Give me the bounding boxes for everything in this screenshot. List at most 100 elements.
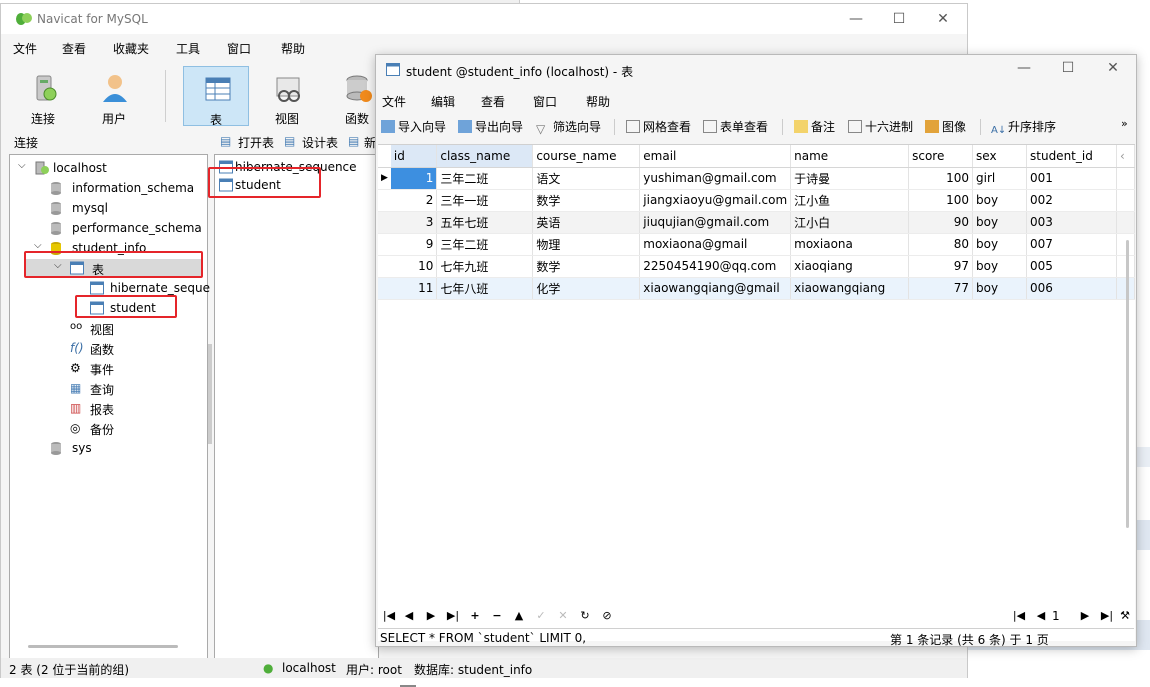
cell-score[interactable]: 100 bbox=[908, 189, 974, 212]
cell-course-name[interactable]: 化学 bbox=[532, 277, 641, 300]
cell-class-name[interactable]: 三年一班 bbox=[436, 189, 534, 212]
cell-name[interactable]: 江小白 bbox=[790, 211, 910, 234]
maximize-button[interactable]: ☐ bbox=[1048, 57, 1088, 79]
column-header-id[interactable]: id bbox=[390, 145, 438, 168]
row-indicator[interactable] bbox=[378, 277, 391, 300]
cell-email[interactable]: jiangxiaoyu@gmail.com bbox=[639, 189, 792, 212]
cell-id[interactable]: 2 bbox=[390, 189, 438, 212]
column-header-class-name[interactable]: class_name bbox=[436, 145, 534, 168]
image-button[interactable]: 图像 bbox=[925, 118, 966, 136]
first-record-icon[interactable]: |◀ bbox=[380, 609, 398, 622]
cell-sex[interactable]: boy bbox=[972, 233, 1027, 256]
menu-tools[interactable]: 工具 bbox=[176, 40, 200, 57]
cell-id[interactable]: 3 bbox=[390, 211, 438, 234]
open-table-button[interactable]: 打开表 bbox=[238, 134, 274, 151]
cell-score[interactable]: 77 bbox=[908, 277, 974, 300]
cell-name[interactable]: 于诗曼 bbox=[790, 167, 910, 190]
menu-edit[interactable]: 编辑 bbox=[431, 93, 455, 110]
minimize-button[interactable]: — bbox=[836, 8, 876, 30]
maximize-button[interactable]: ☐ bbox=[879, 8, 919, 30]
table-row[interactable]: ▶ 1 三年二班 语文 yushiman@gmail.com 于诗曼 100 girl 001 bbox=[378, 167, 1136, 190]
cell-sex[interactable]: boy bbox=[972, 255, 1027, 278]
table-row[interactable]: 11 七年八班 化学 xiaowangqiang@gmail xiaowangqiang… bbox=[378, 277, 1136, 300]
hex-button[interactable]: 十六进制 bbox=[848, 118, 913, 136]
cell-course-name[interactable]: 数学 bbox=[532, 255, 641, 278]
minimize-button[interactable]: — bbox=[1004, 57, 1044, 79]
table-button[interactable]: 表 bbox=[183, 66, 249, 127]
cell-score[interactable]: 80 bbox=[908, 233, 974, 256]
close-button[interactable]: ✕ bbox=[923, 8, 963, 30]
row-indicator[interactable] bbox=[378, 255, 391, 278]
cell-name[interactable]: xiaowangqiang bbox=[790, 277, 910, 300]
table-row[interactable]: 3 五年七班 英语 jiuqujian@gmail.com 江小白 90 boy 003 bbox=[378, 211, 1136, 234]
export-wizard-button[interactable]: 导出向导 bbox=[458, 118, 523, 136]
cell-name[interactable]: moxiaona bbox=[790, 233, 910, 256]
cell-class-name[interactable]: 三年二班 bbox=[436, 167, 534, 190]
filter-wizard-button[interactable]: ▽ 筛选向导 bbox=[536, 118, 601, 136]
page-number-input[interactable]: 1 bbox=[1052, 609, 1078, 623]
grid-view-button[interactable]: 网格查看 bbox=[626, 118, 691, 136]
cell-course-name[interactable]: 语文 bbox=[532, 167, 641, 190]
row-indicator[interactable] bbox=[378, 233, 391, 256]
table-row[interactable]: 10 七年九班 数学 2250454190@qq.com xiaoqiang 97 boy 0… bbox=[378, 255, 1136, 278]
cell-email[interactable]: xiaowangqiang@gmail bbox=[639, 277, 792, 300]
cell-name[interactable]: xiaoqiang bbox=[790, 255, 910, 278]
cell-course-name[interactable]: 数学 bbox=[532, 189, 641, 212]
cancel-icon[interactable]: ✕ bbox=[554, 609, 572, 622]
import-wizard-button[interactable]: 导入向导 bbox=[381, 118, 446, 136]
menu-window[interactable]: 窗口 bbox=[227, 40, 251, 57]
cell-student-id[interactable]: 005 bbox=[1026, 255, 1117, 278]
previous-page-icon[interactable]: ◀ bbox=[1032, 609, 1050, 622]
row-indicator[interactable] bbox=[378, 211, 391, 234]
column-header-student-id[interactable]: student_id bbox=[1026, 145, 1117, 168]
cell-class-name[interactable]: 五年七班 bbox=[436, 211, 534, 234]
close-button[interactable]: ✕ bbox=[1093, 57, 1133, 79]
menu-help[interactable]: 帮助 bbox=[281, 40, 305, 57]
cell-student-id[interactable]: 002 bbox=[1026, 189, 1117, 212]
stop-icon[interactable]: ⊘ bbox=[598, 609, 616, 622]
grid-vertical-scrollbar[interactable] bbox=[1126, 240, 1129, 528]
tree-horizontal-scrollbar[interactable] bbox=[28, 645, 178, 648]
cell-email[interactable]: yushiman@gmail.com bbox=[639, 167, 792, 190]
menu-file[interactable]: 文件 bbox=[13, 40, 37, 57]
next-record-icon[interactable]: ▶ bbox=[422, 609, 440, 622]
last-record-icon[interactable]: ▶| bbox=[444, 609, 462, 622]
cell-student-id[interactable]: 003 bbox=[1026, 211, 1117, 234]
cell-email[interactable]: jiuqujian@gmail.com bbox=[639, 211, 792, 234]
next-page-icon[interactable]: ▶ bbox=[1076, 609, 1094, 622]
cell-id[interactable]: 10 bbox=[390, 255, 438, 278]
pane-splitter[interactable] bbox=[208, 344, 212, 444]
cell-id[interactable]: 11 bbox=[390, 277, 438, 300]
delete-record-icon[interactable]: − bbox=[488, 609, 506, 622]
cell-course-name[interactable]: 英语 bbox=[532, 211, 641, 234]
form-view-button[interactable]: 表单查看 bbox=[703, 118, 768, 136]
menu-favorites[interactable]: 收藏夹 bbox=[113, 40, 149, 57]
confirm-icon[interactable]: ✓ bbox=[532, 609, 550, 622]
cell-course-name[interactable]: 物理 bbox=[532, 233, 641, 256]
column-header-course-name[interactable]: course_name bbox=[532, 145, 641, 168]
cell-sex[interactable]: boy bbox=[972, 277, 1027, 300]
page-settings-icon[interactable]: ⚒ bbox=[1116, 609, 1134, 622]
cell-score[interactable]: 97 bbox=[908, 255, 974, 278]
cell-id[interactable]: 1 bbox=[390, 167, 438, 190]
add-record-icon[interactable]: + bbox=[466, 609, 484, 622]
memo-button[interactable]: 备注 bbox=[794, 118, 835, 136]
refresh-icon[interactable]: ↻ bbox=[576, 609, 594, 622]
menu-window[interactable]: 窗口 bbox=[533, 93, 557, 110]
column-header-score[interactable]: score bbox=[908, 145, 974, 168]
cell-sex[interactable]: boy bbox=[972, 211, 1027, 234]
first-page-icon[interactable]: |◀ bbox=[1010, 609, 1028, 622]
connection-button[interactable]: 连接 bbox=[10, 66, 76, 126]
row-indicator[interactable]: ▶ bbox=[378, 167, 391, 190]
cell-student-id[interactable]: 007 bbox=[1026, 233, 1117, 256]
cell-email[interactable]: moxiaona@gmail bbox=[639, 233, 792, 256]
view-button[interactable]: 视图 bbox=[254, 66, 320, 126]
cell-score[interactable]: 100 bbox=[908, 167, 974, 190]
last-page-icon[interactable]: ▶| bbox=[1098, 609, 1116, 622]
design-table-button[interactable]: 设计表 bbox=[302, 134, 338, 151]
cell-id[interactable]: 9 bbox=[390, 233, 438, 256]
menu-view[interactable]: 查看 bbox=[481, 93, 505, 110]
table-row[interactable]: 9 三年二班 物理 moxiaona@gmail moxiaona 80 boy 007 bbox=[378, 233, 1136, 256]
cell-class-name[interactable]: 七年八班 bbox=[436, 277, 534, 300]
data-grid[interactable]: id class_name course_name email name sco… bbox=[378, 144, 1136, 687]
